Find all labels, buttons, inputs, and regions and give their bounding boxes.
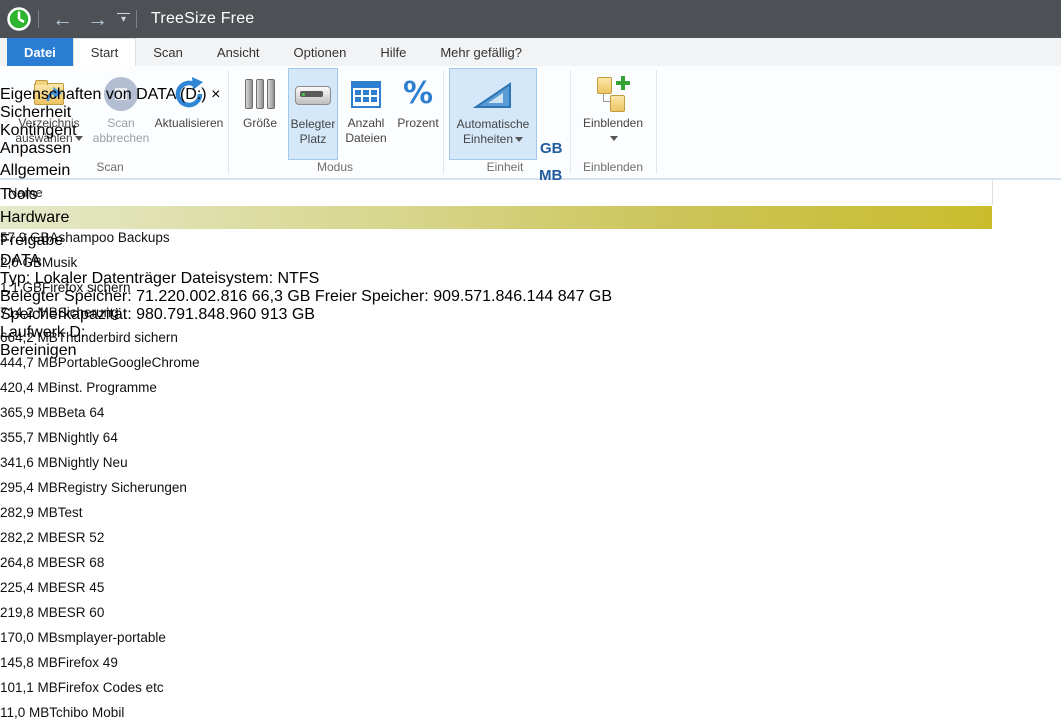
column-separator[interactable] [992,180,993,205]
size-gradient-bar [78,481,85,504]
row-size: 170,0 MB [0,630,58,645]
row-name: inst. Programme [58,380,157,395]
row-size: 219,8 MB [0,605,58,620]
menu-bar: Datei Start Scan Ansicht Optionen Hilfe … [0,38,1061,66]
row-size: 282,9 MB [0,505,58,520]
row-size: 365,9 MB [0,405,58,420]
dialog-title-bar: Eigenschaften von DATA (D:) × [0,86,612,104]
tree-row[interactable]: 11,0 MBTchibo Mobil [0,705,1061,727]
used-space-bytes: 71.220.002.816 [136,288,247,305]
row-size: 264,8 MB [0,555,58,570]
filesystem-label: Dateisystem: [181,270,273,287]
tab-freigabe[interactable]: Freigabe [0,229,151,252]
row-size: 11,0 MB [0,705,49,720]
tree-row[interactable]: 365,9 MBBeta 64 [0,405,1061,430]
tree-row[interactable]: 219,8 MBESR 60 [0,605,1061,630]
tab-tools[interactable]: Tools [0,183,149,206]
properties-dialog: Eigenschaften von DATA (D:) × Sicherheit… [0,86,612,360]
cleanup-button[interactable]: Bereinigen [0,342,612,360]
dialog-title: Eigenschaften von DATA (D:) [0,86,207,103]
used-space-human: 66,3 GB [252,288,311,305]
volume-label-selected-text: DATA [0,252,40,269]
row-name: Firefox Codes etc [58,680,164,695]
size-gradient-bar [78,531,85,554]
size-gradient-bar [78,556,85,579]
tree-row[interactable]: 341,6 MBNightly Neu [0,455,1061,480]
tree-row[interactable]: 282,2 MBESR 52 [0,530,1061,555]
tab-hardware[interactable]: Hardware [0,206,149,229]
row-size: 420,4 MB [0,380,58,395]
used-space-label: Belegter Speicher: [0,288,132,305]
row-name: Nightly Neu [58,455,128,470]
tree-row[interactable]: 355,7 MBNightly 64 [0,430,1061,455]
history-dropdown-icon[interactable]: ▾ [117,13,130,25]
menu-start[interactable]: Start [73,38,136,66]
size-gradient-bar [78,681,85,704]
free-space-bytes: 909.571.846.144 [433,288,553,305]
drive-label: Laufwerk D: [0,324,85,341]
close-icon[interactable]: × [211,86,220,103]
menu-scan[interactable]: Scan [136,38,200,66]
tree-row[interactable]: 282,9 MBTest [0,505,1061,530]
free-space-human: 847 GB [558,288,612,305]
row-size: 295,4 MB [0,480,58,495]
row-name: smplayer-portable [58,630,166,645]
tree-row[interactable]: 295,4 MBRegistry Sicherungen [0,480,1061,505]
size-gradient-bar [78,631,85,654]
tab-allgemein[interactable]: Allgemein [0,158,149,183]
window-title: TreeSize Free [151,10,254,28]
row-size: 341,6 MB [0,455,58,470]
row-size: 101,1 MB [0,680,58,695]
tree-row[interactable]: 145,8 MBFirefox 49 [0,655,1061,680]
menu-mehr-gefaellig[interactable]: Mehr gefällig? [423,38,539,66]
tab-sicherheit[interactable]: Sicherheit [0,104,200,122]
type-value: Lokaler Datenträger [35,270,176,287]
titlebar-separator [136,10,137,28]
tree-row[interactable]: 225,4 MBESR 45 [0,580,1061,605]
menu-datei[interactable]: Datei [7,38,73,66]
row-size: 282,2 MB [0,530,58,545]
row-name: Nightly 64 [58,430,118,445]
general-tab-panel: DATA Typ: Lokaler Datenträger Dateisyste… [0,252,612,360]
tree-row[interactable]: 170,0 MBsmplayer-portable [0,630,1061,655]
forward-arrow-icon[interactable]: → [80,9,115,30]
size-gradient-bar [78,706,80,727]
row-size: 145,8 MB [0,655,58,670]
tree-row[interactable]: 420,4 MBinst. Programme [0,380,1061,405]
row-size: 355,7 MB [0,430,58,445]
menu-ansicht[interactable]: Ansicht [200,38,277,66]
back-arrow-icon[interactable]: ← [45,9,80,30]
size-gradient-bar [78,456,85,479]
volume-label-input[interactable]: DATA [0,252,612,270]
capacity-human: 913 GB [261,306,315,323]
row-name: Firefox 49 [58,655,118,670]
row-name: Tchibo Mobil [49,705,124,720]
treesize-logo-icon [6,6,32,32]
tree-row[interactable]: 101,1 MBFirefox Codes etc [0,680,1061,705]
capacity-label: Speicherkapazität: [0,306,132,323]
filesystem-value: NTFS [277,270,319,287]
tab-kontingent[interactable]: Kontingent [0,122,200,140]
size-gradient-bar [78,431,85,454]
menu-hilfe[interactable]: Hilfe [363,38,423,66]
size-gradient-bar [78,581,85,604]
treesize-window: ← → ▾ TreeSize Free Datei Start Scan Ans… [0,0,1061,727]
size-gradient-bar [78,506,85,529]
free-space-label: Freier Speicher: [315,288,429,305]
title-bar: ← → ▾ TreeSize Free [0,0,1061,38]
group-separator [656,70,657,174]
tree-row[interactable]: 264,8 MBESR 68 [0,555,1061,580]
titlebar-separator [38,10,39,28]
size-gradient-bar [78,406,85,429]
type-label: Typ: [0,270,30,287]
capacity-bytes: 980.791.848.960 [136,306,256,323]
tab-anpassen[interactable]: Anpassen [0,140,198,158]
size-gradient-bar [78,381,85,404]
row-size: 225,4 MB [0,580,58,595]
size-gradient-bar [78,606,85,629]
menu-optionen[interactable]: Optionen [277,38,364,66]
size-gradient-bar [78,656,85,679]
